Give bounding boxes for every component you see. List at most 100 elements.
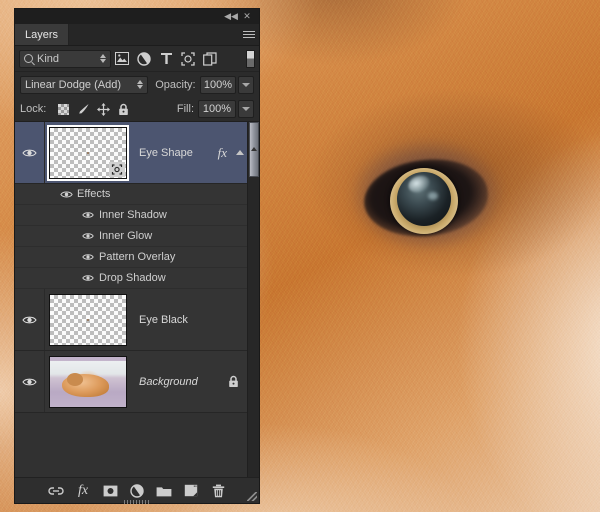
layer-visibility-toggle[interactable] [15, 351, 45, 412]
tabstrip-filler [69, 24, 239, 45]
chevron-down-icon [242, 107, 250, 111]
eye-icon [82, 275, 94, 281]
triangle-up-icon [236, 150, 244, 155]
close-icon[interactable]: ✕ [239, 10, 255, 23]
new-adjustment-layer-button[interactable] [125, 480, 150, 502]
scrollbar-thumb[interactable] [249, 122, 259, 177]
layers-panel: ◀◀ ✕ Layers Kind Linear Dodge (Add) Opac… [14, 8, 260, 504]
fill-input[interactable]: 100% [198, 100, 236, 118]
effects-group-row[interactable]: Effects [15, 184, 247, 205]
panel-menu-lines [243, 31, 255, 38]
panel-menu-icon[interactable] [239, 24, 259, 45]
brush-icon [78, 104, 89, 114]
folder-icon [156, 486, 172, 496]
layer-name[interactable]: Eye Black [127, 289, 247, 350]
eye-icon [22, 148, 37, 158]
panel-titlebar: ◀◀ ✕ [15, 9, 259, 24]
effect-row-pattern-overlay[interactable]: Pattern Overlay [15, 247, 247, 268]
effect-row-inner-glow[interactable]: Inner Glow [15, 226, 247, 247]
link-icon [48, 486, 64, 495]
resize-grip-icon[interactable] [247, 492, 257, 501]
fill-label: Fill: [176, 103, 194, 115]
lock-image-pixels[interactable] [73, 100, 93, 118]
layer-thumbnail-cell[interactable] [45, 351, 127, 412]
opacity-dropdown-button[interactable] [238, 75, 254, 94]
filter-smart-objects[interactable] [199, 49, 221, 69]
up-down-stepper-icon [100, 54, 106, 63]
eye-icon [82, 233, 94, 239]
blend-mode-bar: Linear Dodge (Add) Opacity: 100% [15, 72, 259, 97]
layers-list[interactable]: Eye Shape fx Effects Inner Shadow Inner … [15, 122, 259, 477]
lock-position[interactable] [93, 100, 113, 118]
filter-type-layers[interactable] [155, 49, 177, 69]
new-layer-icon [184, 484, 198, 497]
effect-label: Inner Shadow [99, 209, 167, 221]
layer-thumbnail [47, 124, 129, 181]
layer-visibility-toggle[interactable] [15, 289, 45, 350]
effect-visibility-toggle[interactable] [77, 232, 99, 240]
opacity-label: Opacity: [155, 78, 196, 91]
lock-icon [229, 375, 238, 387]
effect-visibility-toggle[interactable] [77, 211, 99, 219]
filter-kind-select[interactable]: Kind [19, 49, 111, 68]
tab-layers-label: Layers [25, 28, 59, 41]
eye-icon [82, 212, 94, 218]
effect-label: Inner Glow [99, 230, 153, 242]
layer-effects-indicator[interactable]: fx [218, 122, 233, 183]
add-layer-style-button[interactable]: fx [71, 480, 96, 502]
opacity-value: 100% [203, 78, 233, 91]
add-layer-mask-button[interactable] [98, 480, 123, 502]
table-row[interactable]: Eye Black [15, 289, 247, 351]
new-group-button[interactable] [152, 480, 177, 502]
layer-thumbnail [49, 293, 127, 346]
layer-thumbnail-cell[interactable] [45, 289, 127, 350]
effects-visibility-toggle[interactable] [55, 190, 77, 199]
screen: ◀◀ ✕ Layers Kind Linear Dodge (Add) Opac… [0, 0, 600, 512]
trash-icon [212, 484, 224, 497]
eye-highlight-secondary [428, 192, 438, 200]
new-layer-button[interactable] [179, 480, 204, 502]
filter-toggle-switch[interactable] [246, 49, 255, 68]
layer-mask-icon [103, 485, 117, 496]
table-row[interactable]: Background [15, 351, 247, 413]
link-layers-button[interactable] [44, 480, 69, 502]
effect-visibility-toggle[interactable] [77, 253, 99, 261]
checkerboard-icon [57, 103, 69, 115]
effect-row-inner-shadow[interactable]: Inner Shadow [15, 205, 247, 226]
panel-tabstrip: Layers [15, 24, 259, 46]
tab-layers[interactable]: Layers [15, 24, 70, 45]
layer-effects-expander[interactable] [233, 122, 247, 183]
scrollbar[interactable] [247, 122, 259, 477]
eye-icon [22, 315, 37, 325]
filter-kind-label: Kind [37, 52, 60, 65]
collapse-double-chevron-icon[interactable]: ◀◀ [223, 10, 239, 23]
layer-name[interactable]: Eye Shape [127, 122, 218, 183]
filter-pixel-layers[interactable] [111, 49, 133, 69]
panel-resize-handle[interactable] [124, 500, 150, 504]
effects-group-label: Effects [77, 188, 111, 200]
blend-mode-select[interactable]: Linear Dodge (Add) [20, 75, 149, 94]
effect-label: Pattern Overlay [99, 251, 176, 263]
thumbnail-content-dot [87, 318, 89, 321]
effect-visibility-toggle[interactable] [77, 274, 99, 282]
blend-mode-value: Linear Dodge (Add) [25, 78, 122, 91]
table-row[interactable]: Eye Shape fx [15, 122, 247, 184]
layer-name[interactable]: Background [127, 351, 228, 412]
vector-mask-icon [109, 161, 125, 177]
layers-rows: Eye Shape fx Effects Inner Shadow Inner … [15, 122, 247, 477]
fill-dropdown-button[interactable] [238, 100, 254, 118]
layer-thumbnail-cell[interactable] [45, 122, 129, 183]
eye-icon [82, 254, 94, 260]
filter-shape-layers[interactable] [177, 49, 199, 69]
lock-all[interactable] [113, 100, 133, 118]
opacity-input[interactable]: 100% [199, 75, 237, 94]
eye-icon [22, 377, 37, 387]
effect-row-drop-shadow[interactable]: Drop Shadow [15, 268, 247, 289]
layers-panel-toolbar: fx [15, 477, 259, 504]
search-icon [24, 54, 33, 63]
layers-empty-area [15, 413, 247, 477]
delete-layer-button[interactable] [206, 480, 231, 502]
layer-visibility-toggle[interactable] [15, 122, 45, 183]
filter-adjustment-layers[interactable] [133, 49, 155, 69]
lock-transparent-pixels[interactable] [53, 100, 73, 118]
